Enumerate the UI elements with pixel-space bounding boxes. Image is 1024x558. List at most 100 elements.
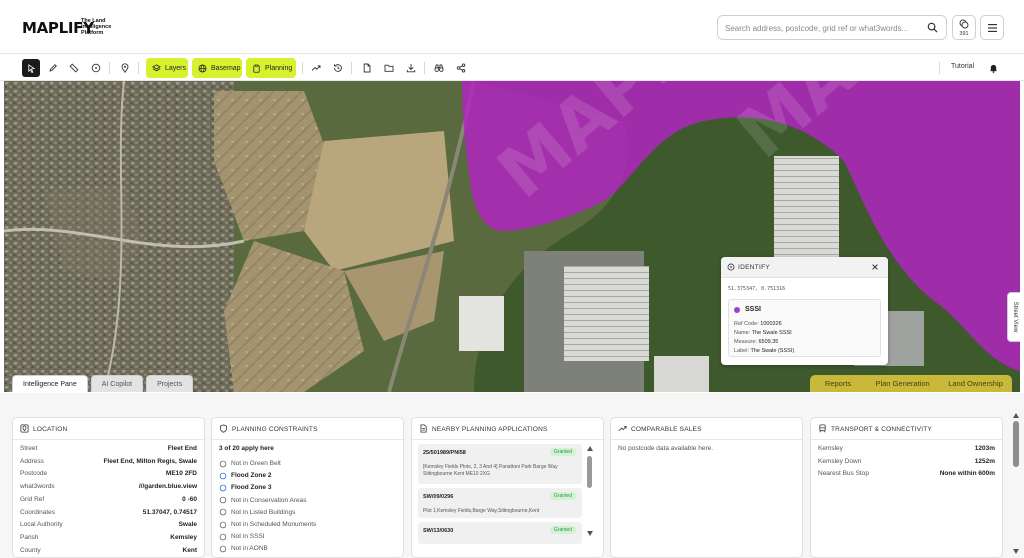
- hamburger-icon: [988, 24, 997, 32]
- applications-scrollbar[interactable]: [587, 456, 592, 488]
- constraint-label: Not in Conservation Areas: [231, 496, 307, 504]
- document-icon: [419, 424, 428, 433]
- constraint-item[interactable]: Not in SSSI: [219, 531, 265, 542]
- search-icon[interactable]: [927, 22, 938, 33]
- transport-row-value: 1252m: [974, 457, 995, 465]
- building-icon: [219, 508, 227, 516]
- location-row-label: Postcode: [20, 470, 48, 478]
- location-row-value: Kent: [182, 546, 197, 554]
- application-description: Plot 1,Kemsley Fields,Barge Way,Sittingb…: [423, 508, 540, 514]
- constraint-label: Flood Zone 3: [231, 484, 272, 492]
- constraint-item[interactable]: Not in AONB: [219, 543, 268, 554]
- application-item[interactable]: SW/13/0630 Granted: [418, 522, 582, 544]
- pane-scrollbar[interactable]: [1013, 421, 1019, 467]
- identify-title: IDENTIFY: [738, 264, 771, 271]
- basemap-label: Basemap: [211, 64, 241, 72]
- credits-icon: [959, 19, 969, 29]
- planning-button[interactable]: Planning: [246, 58, 296, 78]
- sssi-card[interactable]: SSSI Ref Code: 1000326 Name: The Swale S…: [728, 299, 881, 357]
- location-row-value: ME10 2FD: [165, 470, 197, 478]
- transport-row: Nearest Bus Stop None within 600m: [818, 470, 995, 481]
- cursor-icon: [27, 63, 36, 73]
- trend-button[interactable]: [307, 59, 325, 77]
- new-file-button[interactable]: [358, 59, 376, 77]
- menu-button[interactable]: [980, 15, 1004, 40]
- pin-tool-button[interactable]: [116, 59, 134, 77]
- location-row: Parish Kemsley: [20, 534, 197, 545]
- credits-button[interactable]: 391: [952, 15, 976, 40]
- select-tool-button[interactable]: [22, 59, 40, 77]
- location-row-label: Grid Ref: [20, 495, 45, 503]
- scroll-up-icon[interactable]: [587, 446, 593, 451]
- search-input[interactable]: [725, 20, 920, 36]
- tab-intelligence-pane[interactable]: Intelligence Pane: [12, 375, 88, 392]
- constraint-label: Flood Zone 2: [231, 472, 272, 480]
- notifications-button[interactable]: [984, 59, 1002, 77]
- tutorial-link[interactable]: Tutorial: [951, 63, 974, 70]
- ruler-icon: [69, 63, 79, 73]
- constraint-item[interactable]: Not in Green Belt: [219, 458, 281, 469]
- identify-coordinates: 51.375347, 0.751316: [728, 286, 786, 292]
- toolbar-divider: [939, 62, 940, 74]
- download-button[interactable]: [402, 59, 420, 77]
- measure-tool-button[interactable]: [65, 59, 83, 77]
- map-toolbar: Layers Basemap Planning Tutorial: [0, 54, 1024, 81]
- binoculars-button[interactable]: [430, 59, 448, 77]
- location-row-value: Swale: [178, 521, 197, 529]
- pane-scroll-down-icon[interactable]: [1013, 549, 1019, 554]
- constraint-item[interactable]: Flood Zone 3: [219, 482, 271, 493]
- planning-applications-card: NEARBY PLANNING APPLICATIONS 25/501989/P…: [411, 417, 604, 558]
- toolbar-divider: [302, 62, 303, 74]
- location-row-label: Parish: [20, 533, 39, 541]
- location-row-value: 0 -60: [182, 495, 197, 503]
- toolbar-divider: [424, 62, 425, 74]
- wave-icon: [219, 472, 227, 480]
- toolbar-divider: [138, 62, 139, 74]
- tab-land-ownership[interactable]: Land Ownership: [939, 375, 1012, 392]
- tab-plan-generation[interactable]: Plan Generation: [866, 375, 940, 392]
- monument-icon: [219, 521, 227, 529]
- radius-tool-button[interactable]: [87, 59, 105, 77]
- history-button[interactable]: [329, 59, 347, 77]
- constraint-item[interactable]: Not in Conservation Areas: [219, 495, 307, 506]
- tab-projects[interactable]: Projects: [146, 375, 194, 392]
- close-icon[interactable]: [871, 263, 879, 271]
- constraint-item[interactable]: Not in Scheduled Monuments: [219, 519, 316, 530]
- application-item[interactable]: SW/09/0296 Granted Plot 1,Kemsley Fields…: [418, 488, 582, 518]
- train-icon: [818, 424, 827, 433]
- constraint-label: Not in AONB: [231, 545, 268, 553]
- draw-tool-button[interactable]: [44, 59, 62, 77]
- transport-row: Kemsley Down 1252m: [818, 458, 995, 469]
- open-folder-button[interactable]: [380, 59, 398, 77]
- constraint-label: Not in Listed Buildings: [231, 508, 296, 516]
- transport-row-label: Nearest Bus Stop: [818, 470, 869, 478]
- planning-title: PLANNING CONSTRAINTS: [232, 426, 318, 433]
- tab-reports[interactable]: Reports: [810, 375, 867, 392]
- constraint-item[interactable]: Flood Zone 2: [219, 470, 271, 481]
- layers-button[interactable]: Layers: [146, 58, 188, 78]
- location-row-value: Kemsley: [170, 533, 197, 541]
- identify-header: IDENTIFY: [721, 257, 888, 278]
- planning-label: Planning: [265, 64, 293, 72]
- constraint-item[interactable]: Not in Listed Buildings: [219, 507, 295, 518]
- share-button[interactable]: [452, 59, 470, 77]
- scroll-down-icon[interactable]: [587, 531, 593, 536]
- pane-scroll-up-icon[interactable]: [1013, 413, 1019, 418]
- tree-icon: [219, 460, 227, 468]
- application-item[interactable]: 25/501989/PNI58 Granted [Kemsley Fields …: [418, 444, 582, 484]
- location-row-label: Coordinates: [20, 508, 56, 516]
- bell-icon: [989, 63, 998, 73]
- globe-icon: [198, 64, 207, 73]
- sales-empty-message: No postcode data available here.: [618, 445, 714, 452]
- tab-ai-copilot[interactable]: AI Copilot: [90, 375, 144, 392]
- application-ref: 25/501989/PNI58: [423, 450, 466, 456]
- street-view-tab[interactable]: Street View: [1007, 292, 1020, 342]
- location-row: Local Authority Swale: [20, 521, 197, 532]
- identify-popup: IDENTIFY 51.375347, 0.751316 SSSI Ref Co…: [721, 257, 888, 365]
- transport-row-value: 1203m: [974, 445, 995, 452]
- location-row-label: what3words: [20, 483, 55, 491]
- basemap-button[interactable]: Basemap: [192, 58, 242, 78]
- search-box[interactable]: [717, 15, 947, 40]
- shield-icon: [219, 424, 228, 433]
- pane-tabs: Intelligence Pane AI Copilot Projects: [12, 375, 194, 392]
